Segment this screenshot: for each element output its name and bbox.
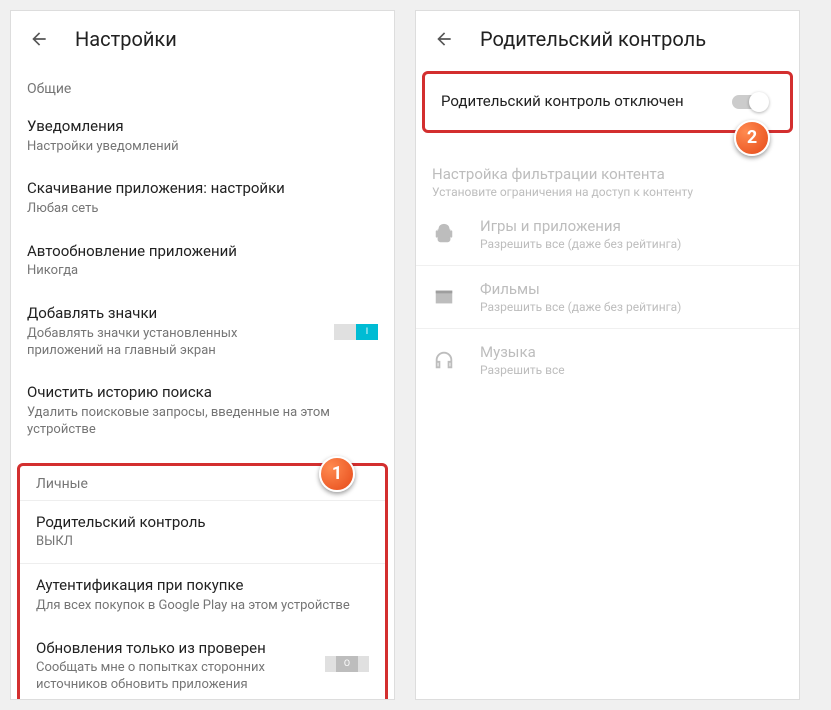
- marker-1: 1: [319, 456, 355, 492]
- item-notifications[interactable]: Уведомления Настройки уведомлений: [11, 105, 394, 167]
- item-download[interactable]: Скачивание приложения: настройки Любая с…: [11, 167, 394, 229]
- back-icon[interactable]: [27, 27, 51, 51]
- toggle-verified[interactable]: O: [325, 656, 369, 672]
- category-music[interactable]: Музыка Разрешить все: [416, 329, 799, 391]
- item-verified-updates[interactable]: Обновления только из проверен Сообщать м…: [20, 627, 385, 700]
- highlight-parental-switch: Родительский контроль отключен 2: [422, 71, 793, 133]
- appbar: Настройки: [11, 11, 394, 67]
- film-icon: [432, 285, 456, 309]
- highlight-personal-section: 1 Личные Родительский контроль ВЫКЛ Ауте…: [17, 463, 388, 700]
- item-autoupdate[interactable]: Автообновление приложений Никогда: [11, 230, 394, 292]
- android-icon: [432, 222, 456, 246]
- marker-2: 2: [734, 120, 770, 156]
- category-games[interactable]: Игры и приложения Разрешить все (даже бе…: [416, 203, 799, 266]
- toggle-addicons[interactable]: I: [334, 324, 378, 340]
- appbar: Родительский контроль: [416, 11, 799, 67]
- item-addicons[interactable]: Добавлять значки Добавлять значки устано…: [11, 292, 394, 371]
- section-general: Общие: [11, 67, 394, 105]
- category-movies[interactable]: Фильмы Разрешить все (даже без рейтинга): [416, 266, 799, 329]
- parental-switch[interactable]: [732, 95, 766, 109]
- parental-control-screen: Родительский контроль Родительский контр…: [415, 10, 800, 700]
- filter-header: Настройка фильтрации контента Установите…: [416, 149, 799, 203]
- back-icon[interactable]: [432, 27, 456, 51]
- page-title: Родительский контроль: [480, 27, 706, 51]
- item-auth[interactable]: Аутентификация при покупке Для всех поку…: [20, 564, 385, 626]
- settings-screen: Настройки Общие Уведомления Настройки ув…: [10, 10, 395, 700]
- page-title: Настройки: [75, 27, 177, 51]
- item-clearhistory[interactable]: Очистить историю поиска Удалить поисковы…: [11, 371, 394, 450]
- headphones-icon: [432, 348, 456, 372]
- item-parental-control[interactable]: Родительский контроль ВЫКЛ: [20, 501, 385, 563]
- parental-switch-row[interactable]: Родительский контроль отключен: [425, 74, 790, 130]
